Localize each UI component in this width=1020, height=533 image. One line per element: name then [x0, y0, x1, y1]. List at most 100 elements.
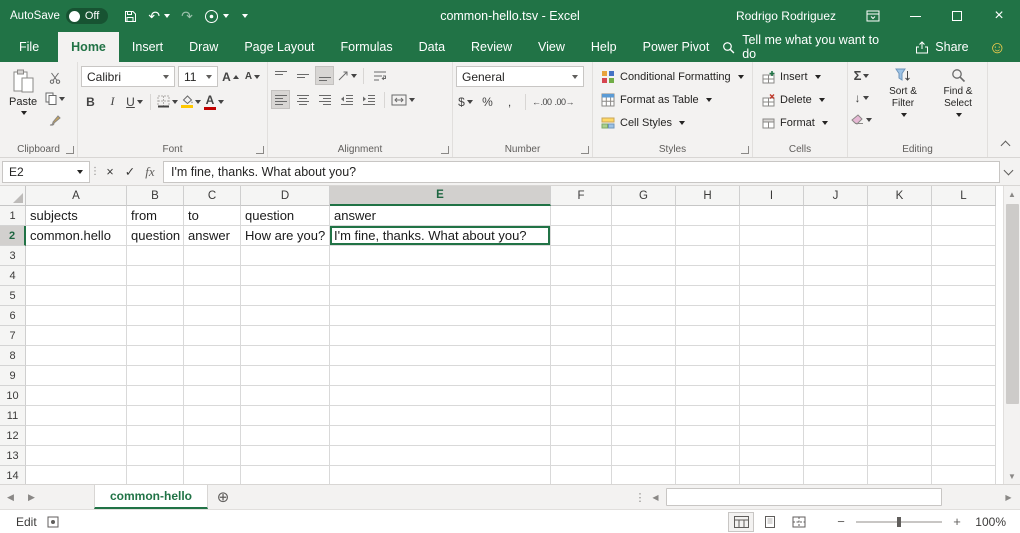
cell-K14[interactable]: [868, 466, 932, 484]
cell-D11[interactable]: [241, 406, 330, 426]
number-dialog-launcher[interactable]: [581, 146, 589, 154]
cell-C12[interactable]: [184, 426, 241, 446]
cell-D6[interactable]: [241, 306, 330, 326]
column-header-E[interactable]: E: [330, 186, 551, 206]
cell-A6[interactable]: [26, 306, 127, 326]
cell-K4[interactable]: [868, 266, 932, 286]
format-as-table-button[interactable]: Format as Table: [596, 89, 749, 111]
tab-review[interactable]: Review: [458, 32, 525, 62]
cell-K13[interactable]: [868, 446, 932, 466]
cell-H1[interactable]: [676, 206, 740, 226]
scroll-down-icon[interactable]: ▼: [1004, 468, 1020, 484]
cell-I11[interactable]: [740, 406, 804, 426]
cell-C4[interactable]: [184, 266, 241, 286]
cell-I12[interactable]: [740, 426, 804, 446]
cell-G1[interactable]: [612, 206, 676, 226]
align-right-button[interactable]: [315, 90, 334, 109]
shrink-font-button[interactable]: A: [243, 67, 262, 86]
cell-K12[interactable]: [868, 426, 932, 446]
cell-B1[interactable]: from: [127, 206, 184, 226]
cell-L13[interactable]: [932, 446, 996, 466]
normal-view-button[interactable]: [728, 512, 754, 532]
cell-styles-button[interactable]: Cell Styles: [596, 112, 749, 134]
page-layout-view-button[interactable]: [757, 512, 783, 532]
cell-B8[interactable]: [127, 346, 184, 366]
cell-E7[interactable]: [330, 326, 551, 346]
cell-J2[interactable]: [804, 226, 868, 246]
cell-G6[interactable]: [612, 306, 676, 326]
cell-E12[interactable]: [330, 426, 551, 446]
undo-button[interactable]: ↶: [148, 9, 170, 23]
cell-D4[interactable]: [241, 266, 330, 286]
cell-C11[interactable]: [184, 406, 241, 426]
tab-view[interactable]: View: [525, 32, 578, 62]
cell-H13[interactable]: [676, 446, 740, 466]
cell-A5[interactable]: [26, 286, 127, 306]
cell-D13[interactable]: [241, 446, 330, 466]
tab-formulas[interactable]: Formulas: [328, 32, 406, 62]
cell-K6[interactable]: [868, 306, 932, 326]
cell-L1[interactable]: [932, 206, 996, 226]
vertical-scroll-thumb[interactable]: [1006, 204, 1019, 404]
cell-B4[interactable]: [127, 266, 184, 286]
cell-C13[interactable]: [184, 446, 241, 466]
italic-button[interactable]: I: [103, 92, 122, 111]
cell-C7[interactable]: [184, 326, 241, 346]
increase-indent-button[interactable]: [359, 90, 378, 109]
cell-L3[interactable]: [932, 246, 996, 266]
cell-L4[interactable]: [932, 266, 996, 286]
cell-F1[interactable]: [551, 206, 612, 226]
cell-L6[interactable]: [932, 306, 996, 326]
cell-C6[interactable]: [184, 306, 241, 326]
tab-home[interactable]: Home: [58, 32, 119, 62]
cell-H12[interactable]: [676, 426, 740, 446]
cell-K9[interactable]: [868, 366, 932, 386]
cell-A4[interactable]: [26, 266, 127, 286]
cell-J10[interactable]: [804, 386, 868, 406]
cell-E13[interactable]: [330, 446, 551, 466]
cell-B11[interactable]: [127, 406, 184, 426]
tab-page-layout[interactable]: Page Layout: [231, 32, 327, 62]
cell-B2[interactable]: question: [127, 226, 184, 246]
cell-G13[interactable]: [612, 446, 676, 466]
cell-I5[interactable]: [740, 286, 804, 306]
ribbon-display-options-button[interactable]: [852, 0, 894, 32]
column-header-D[interactable]: D: [241, 186, 330, 206]
cell-L12[interactable]: [932, 426, 996, 446]
scroll-up-icon[interactable]: ▲: [1004, 186, 1020, 202]
row-header-11[interactable]: 11: [0, 406, 26, 426]
zoom-slider-thumb[interactable]: [897, 517, 901, 527]
accounting-format-button[interactable]: $: [456, 92, 475, 111]
horizontal-scroll-thumb[interactable]: [666, 488, 942, 506]
zoom-level[interactable]: 100%: [972, 515, 1006, 529]
align-left-button[interactable]: [271, 90, 290, 109]
scroll-right-icon[interactable]: ▶: [1000, 485, 1017, 509]
cell-J3[interactable]: [804, 246, 868, 266]
cell-A10[interactable]: [26, 386, 127, 406]
cell-E14[interactable]: [330, 466, 551, 484]
cell-E11[interactable]: [330, 406, 551, 426]
cell-F6[interactable]: [551, 306, 612, 326]
cell-K2[interactable]: [868, 226, 932, 246]
cell-L7[interactable]: [932, 326, 996, 346]
cell-J5[interactable]: [804, 286, 868, 306]
cell-H5[interactable]: [676, 286, 740, 306]
tab-data[interactable]: Data: [406, 32, 458, 62]
redo-button[interactable]: ↷: [181, 9, 193, 23]
cell-A7[interactable]: [26, 326, 127, 346]
minimize-button[interactable]: [894, 0, 936, 32]
cell-C9[interactable]: [184, 366, 241, 386]
row-header-1[interactable]: 1: [0, 206, 26, 226]
autosave-toggle[interactable]: Off: [66, 8, 108, 24]
cell-G12[interactable]: [612, 426, 676, 446]
zoom-out-button[interactable]: −: [834, 514, 848, 529]
cell-D1[interactable]: question: [241, 206, 330, 226]
new-sheet-button[interactable]: ⊕: [208, 485, 238, 509]
row-header-8[interactable]: 8: [0, 346, 26, 366]
cell-I13[interactable]: [740, 446, 804, 466]
cell-E3[interactable]: [330, 246, 551, 266]
delete-cells-button[interactable]: Delete: [756, 89, 844, 111]
collapse-ribbon-button[interactable]: [1002, 138, 1009, 152]
cell-H8[interactable]: [676, 346, 740, 366]
cell-E10[interactable]: [330, 386, 551, 406]
